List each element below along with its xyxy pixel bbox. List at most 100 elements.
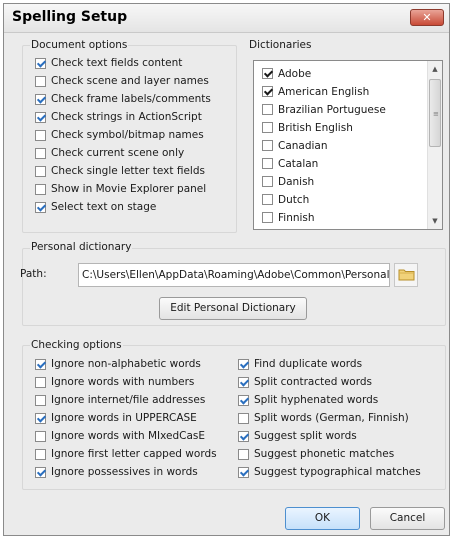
checkbox-unchecked[interactable] [35, 376, 46, 388]
document-option-item[interactable]: Show in Movie Explorer panel [35, 181, 206, 197]
checkbox-label: Brazilian Portuguese [278, 103, 386, 116]
checkbox-unchecked[interactable] [262, 104, 273, 115]
document-option-item[interactable]: Select text on stage [35, 199, 156, 215]
checkbox-label: American English [278, 85, 370, 98]
checkbox-label: Split contracted words [254, 376, 372, 388]
checkbox-checked[interactable] [35, 201, 46, 213]
document-option-item[interactable]: Check current scene only [35, 145, 184, 161]
document-option-item[interactable]: Check strings in ActionScript [35, 109, 202, 125]
browse-folder-button[interactable] [394, 263, 418, 287]
document-option-item[interactable]: Check scene and layer names [35, 73, 209, 89]
checkbox-checked[interactable] [35, 466, 46, 478]
checkbox-unchecked[interactable] [262, 212, 273, 223]
document-option-item[interactable]: Check text fields content [35, 55, 182, 71]
checkbox-label: Adobe [278, 67, 312, 80]
checkbox-label: Show in Movie Explorer panel [51, 183, 207, 195]
document-option-item[interactable]: Check frame labels/comments [35, 91, 211, 107]
folder-icon [398, 269, 415, 281]
checking-option-item[interactable]: Suggest typographical matches [238, 464, 421, 480]
ok-button[interactable]: OK [285, 507, 360, 530]
checkbox-label: British English [278, 121, 353, 134]
document-option-item[interactable]: Check single letter text fields [35, 163, 205, 179]
checkbox-checked[interactable] [262, 86, 273, 97]
dictionary-item[interactable]: Finnish [262, 209, 315, 226]
checkbox-label: Check current scene only [51, 147, 185, 159]
dictionary-item[interactable]: Catalan [262, 155, 318, 172]
checkbox-label: Suggest typographical matches [254, 466, 421, 478]
checkbox-unchecked[interactable] [238, 412, 249, 424]
checking-option-item[interactable]: Find duplicate words [238, 356, 362, 372]
checkbox-unchecked[interactable] [262, 122, 273, 133]
dictionary-item[interactable]: Dutch [262, 191, 309, 208]
checking-option-item[interactable]: Ignore non-alphabetic words [35, 356, 201, 372]
checkbox-unchecked[interactable] [262, 140, 273, 151]
dictionary-item[interactable]: Brazilian Portuguese [262, 101, 386, 118]
checking-option-item[interactable]: Ignore internet/file addresses [35, 392, 205, 408]
checkbox-checked[interactable] [238, 376, 249, 388]
checkbox-checked[interactable] [35, 93, 46, 105]
checking-option-item[interactable]: Split contracted words [238, 374, 372, 390]
dictionaries-scrollbar[interactable]: ▲ ≡ ▼ [427, 61, 442, 229]
checking-option-item[interactable]: Ignore words with MIxedCasE [35, 428, 205, 444]
checkbox-label: Ignore first letter capped words [51, 448, 217, 460]
checkbox-checked[interactable] [35, 57, 46, 69]
checkbox-label: Suggest split words [254, 430, 357, 442]
close-button[interactable]: ✕ [410, 9, 444, 26]
dictionary-item[interactable]: American English [262, 83, 369, 100]
checking-options-label: Checking options [30, 339, 123, 351]
dictionary-item[interactable]: Danish [262, 173, 314, 190]
checkbox-checked[interactable] [35, 358, 46, 370]
checkbox-unchecked[interactable] [238, 448, 249, 460]
checkbox-checked[interactable] [35, 111, 46, 123]
checkbox-checked[interactable] [238, 430, 249, 442]
checking-option-item[interactable]: Suggest split words [238, 428, 357, 444]
checkbox-checked[interactable] [35, 412, 46, 424]
document-options-label: Document options [30, 39, 129, 51]
title-bar[interactable]: Spelling Setup ✕ [4, 4, 449, 33]
dictionary-item[interactable]: Adobe [262, 65, 311, 82]
checkbox-checked[interactable] [262, 68, 273, 79]
path-input[interactable]: C:\Users\Ellen\AppData\Roaming\Adobe\Com… [78, 263, 390, 287]
scroll-thumb[interactable]: ≡ [429, 79, 441, 147]
checkbox-unchecked[interactable] [262, 176, 273, 187]
checkbox-checked[interactable] [238, 394, 249, 406]
checking-option-item[interactable]: Ignore first letter capped words [35, 446, 217, 462]
checkbox-unchecked[interactable] [262, 158, 273, 169]
cancel-button[interactable]: Cancel [370, 507, 445, 530]
checking-option-item[interactable]: Ignore words in UPPERCASE [35, 410, 197, 426]
checking-option-item[interactable]: Split hyphenated words [238, 392, 378, 408]
checkbox-label: Split words (German, Finnish) [254, 412, 409, 424]
checkbox-unchecked[interactable] [35, 448, 46, 460]
checkbox-unchecked[interactable] [35, 183, 46, 195]
checkbox-unchecked[interactable] [35, 129, 46, 141]
checkbox-label: Check scene and layer names [51, 75, 209, 87]
dialog-title: Spelling Setup [12, 9, 128, 25]
checkbox-unchecked[interactable] [35, 165, 46, 177]
checking-option-item[interactable]: Split words (German, Finnish) [238, 410, 409, 426]
checking-option-item[interactable]: Suggest phonetic matches [238, 446, 394, 462]
checking-option-item[interactable]: Ignore words with numbers [35, 374, 194, 390]
checkbox-unchecked[interactable] [35, 430, 46, 442]
dictionary-item[interactable]: Canadian [262, 137, 328, 154]
scroll-down-arrow-icon[interactable]: ▼ [428, 214, 442, 228]
checkbox-unchecked[interactable] [262, 194, 273, 205]
checkbox-label: Check text fields content [51, 57, 183, 69]
checkbox-label: Catalan [278, 157, 319, 170]
checking-option-item[interactable]: Ignore possessives in words [35, 464, 198, 480]
checkbox-unchecked[interactable] [35, 75, 46, 87]
edit-personal-dictionary-button[interactable]: Edit Personal Dictionary [159, 297, 307, 320]
checkbox-unchecked[interactable] [35, 394, 46, 406]
checkbox-checked[interactable] [238, 466, 249, 478]
document-option-item[interactable]: Check symbol/bitmap names [35, 127, 204, 143]
checkbox-label: Canadian [278, 139, 328, 152]
scroll-up-arrow-icon[interactable]: ▲ [428, 62, 442, 76]
checkbox-label: Ignore words with MIxedCasE [51, 430, 205, 442]
dictionary-item[interactable]: British English [262, 119, 353, 136]
checkbox-unchecked[interactable] [35, 147, 46, 159]
checkbox-label: Find duplicate words [254, 358, 363, 370]
dictionaries-list[interactable]: Adobe American English Brazilian Portugues… [253, 60, 443, 230]
personal-dictionary-label: Personal dictionary [30, 241, 133, 253]
checkbox-label: Ignore non-alphabetic words [51, 358, 201, 370]
checkbox-checked[interactable] [238, 358, 249, 370]
checkbox-label: Check symbol/bitmap names [51, 129, 204, 141]
